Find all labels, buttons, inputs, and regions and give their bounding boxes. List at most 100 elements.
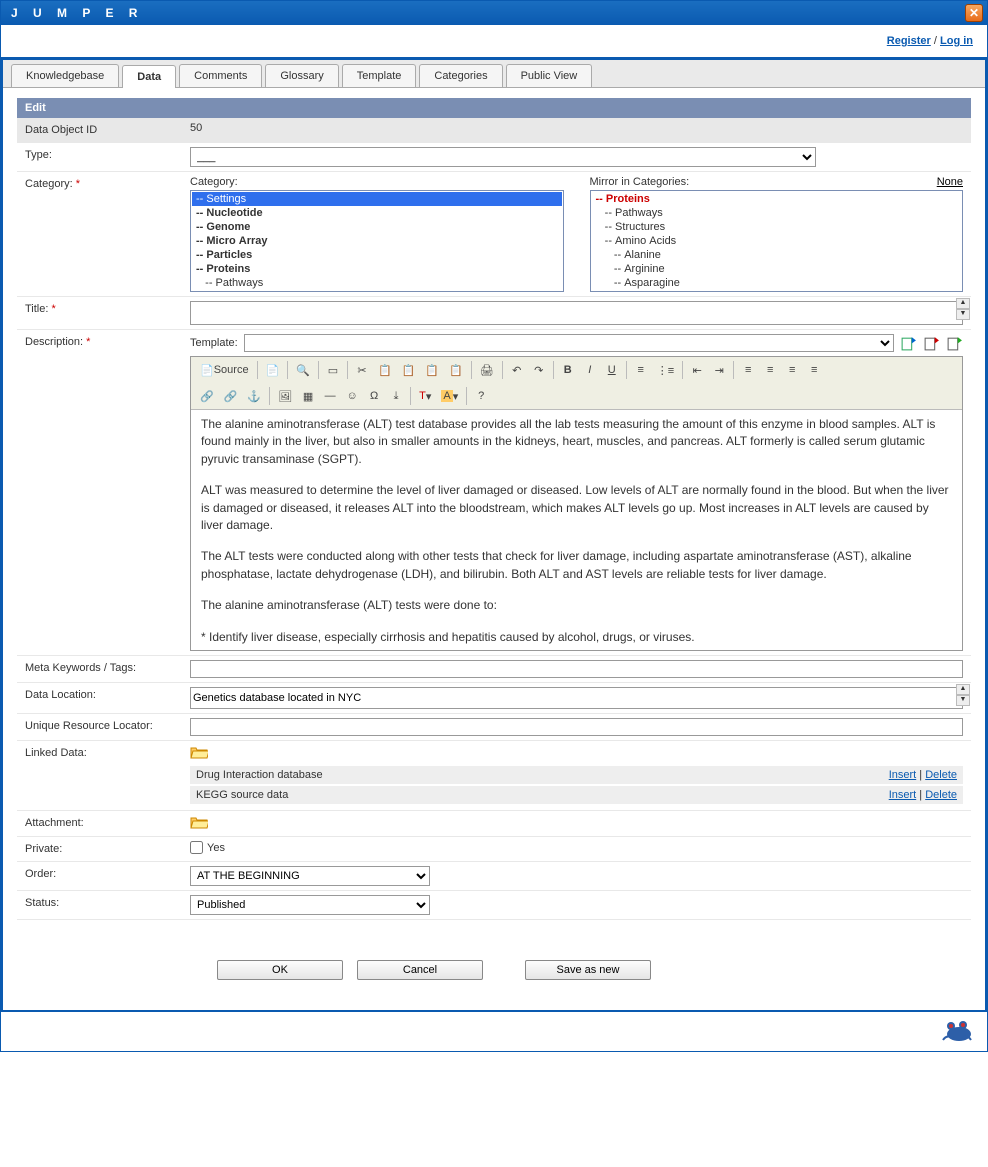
print-icon[interactable]: 🖨 xyxy=(476,360,498,380)
label-data-location: Data Location: xyxy=(17,683,182,713)
label-private: Private: xyxy=(17,837,182,861)
list-item[interactable]: -- Asparagine xyxy=(592,276,962,290)
tab-glossary[interactable]: Glossary xyxy=(265,64,338,87)
type-select[interactable]: ___ xyxy=(190,147,816,167)
meta-input[interactable] xyxy=(190,660,963,678)
align-right-icon[interactable]: ≡ xyxy=(782,360,802,380)
cut-icon[interactable]: ✂ xyxy=(352,360,372,380)
indent-icon[interactable]: ⇥ xyxy=(709,360,729,380)
text-color-icon[interactable]: T▾ xyxy=(415,386,435,406)
mirror-listbox[interactable]: -- Proteins -- Pathways -- Structures --… xyxy=(590,190,964,292)
tab-template[interactable]: Template xyxy=(342,64,417,87)
image-icon[interactable]: 🖼 xyxy=(274,386,296,406)
list-item[interactable]: -- Alanine xyxy=(592,248,962,262)
paste-icon[interactable]: 📋 xyxy=(398,360,420,380)
list-item[interactable]: -- Particles xyxy=(192,248,562,262)
italic-icon[interactable]: I xyxy=(580,360,600,380)
title-spin-up[interactable]: ▲ xyxy=(956,298,970,309)
smiley-icon[interactable]: ☺ xyxy=(342,386,362,406)
cancel-button[interactable]: Cancel xyxy=(357,960,483,980)
title-spin-down[interactable]: ▼ xyxy=(956,309,970,320)
paste-text-icon[interactable]: 📋 xyxy=(421,360,443,380)
unlink-icon[interactable]: 🔗 xyxy=(220,386,242,406)
template-apply-icon[interactable] xyxy=(900,335,917,352)
close-icon[interactable]: ✕ xyxy=(965,4,983,22)
private-checkbox[interactable] xyxy=(190,841,203,854)
insert-link[interactable]: Insert xyxy=(889,769,917,781)
category-listbox[interactable]: -- Settings-- Nucleotide-- Genome-- Micr… xyxy=(190,190,564,292)
table-icon[interactable]: ▦ xyxy=(298,386,318,406)
editor-body[interactable]: The alanine aminotransferase (ALT) test … xyxy=(191,410,962,650)
ok-button[interactable]: OK xyxy=(217,960,343,980)
source-button[interactable]: 📄 Source xyxy=(196,360,253,380)
unordered-list-icon[interactable]: ⋮≡ xyxy=(653,360,678,380)
register-link[interactable]: Register xyxy=(887,35,931,47)
preview-icon[interactable]: 🔍 xyxy=(292,360,314,380)
hr-icon[interactable]: — xyxy=(320,386,340,406)
linked-data-row: Drug Interaction databaseInsert | Delete xyxy=(190,766,963,784)
label-description: Description: xyxy=(25,336,83,348)
status-select[interactable]: Published xyxy=(190,895,430,915)
anchor-icon[interactable]: ⚓ xyxy=(243,386,265,406)
bold-icon[interactable]: B xyxy=(558,360,578,380)
special-char-icon[interactable]: Ω xyxy=(364,386,384,406)
category-col-header: Category: xyxy=(190,176,238,188)
login-link[interactable]: Log in xyxy=(940,35,973,47)
redo-icon[interactable]: ↷ xyxy=(529,360,549,380)
help-icon[interactable]: ? xyxy=(471,386,491,406)
copy-icon[interactable]: 📋 xyxy=(374,360,396,380)
insert-link[interactable]: Insert xyxy=(889,789,917,801)
data-location-input[interactable] xyxy=(190,687,963,709)
tabs: KnowledgebaseDataCommentsGlossaryTemplat… xyxy=(3,60,985,88)
list-item[interactable]: -- Genome xyxy=(192,220,562,234)
ordered-list-icon[interactable]: ≡ xyxy=(631,360,651,380)
justify-icon[interactable]: ≡ xyxy=(804,360,824,380)
loc-spin-up[interactable]: ▲ xyxy=(956,684,970,695)
undo-icon[interactable]: ↶ xyxy=(507,360,527,380)
title-input[interactable] xyxy=(190,301,963,325)
editor-toolbar: 📄 Source 📄 🔍 ▭ ✂ 📋 📋 📋 xyxy=(191,357,962,410)
list-item[interactable]: -- Settings xyxy=(192,192,562,206)
page-break-icon[interactable]: ⤓ xyxy=(386,386,406,406)
paste-word-icon[interactable]: 📋 xyxy=(445,360,467,380)
list-item[interactable]: -- Pathways xyxy=(192,276,562,290)
loc-spin-down[interactable]: ▼ xyxy=(956,695,970,706)
bg-color-icon[interactable]: A▾ xyxy=(437,386,462,406)
linked-data-name: KEGG source data xyxy=(196,789,288,801)
list-item[interactable]: -- Proteins xyxy=(592,192,962,206)
save-as-new-button[interactable]: Save as new xyxy=(525,960,651,980)
underline-icon[interactable]: U xyxy=(602,360,622,380)
list-item[interactable]: -- Nucleotide xyxy=(192,206,562,220)
folder-open-icon[interactable] xyxy=(190,815,208,829)
tab-comments[interactable]: Comments xyxy=(179,64,262,87)
list-item[interactable]: -- Structures xyxy=(592,220,962,234)
tab-knowledgebase[interactable]: Knowledgebase xyxy=(11,64,119,87)
new-page-icon[interactable]: 📄 xyxy=(262,360,284,380)
tab-data[interactable]: Data xyxy=(122,65,176,88)
list-item[interactable]: -- Amino Acids xyxy=(592,234,962,248)
tab-public-view[interactable]: Public View xyxy=(506,64,593,87)
template-remove-icon[interactable] xyxy=(923,335,940,352)
link-icon[interactable]: 🔗 xyxy=(196,386,218,406)
window-title: J U M P E R xyxy=(11,6,143,20)
template-select[interactable] xyxy=(244,334,894,352)
template-save-icon[interactable] xyxy=(946,335,963,352)
folder-open-icon[interactable] xyxy=(190,745,208,759)
none-link[interactable]: None xyxy=(937,176,963,188)
top-links: Register / Log in xyxy=(1,25,987,57)
url-input[interactable] xyxy=(190,718,963,736)
tab-categories[interactable]: Categories xyxy=(419,64,502,87)
list-item[interactable]: -- Micro Array xyxy=(192,234,562,248)
list-item[interactable]: -- Proteins xyxy=(192,262,562,276)
list-item[interactable]: -- Arginine xyxy=(592,262,962,276)
order-select[interactable]: AT THE BEGINNING xyxy=(190,866,430,886)
align-center-icon[interactable]: ≡ xyxy=(760,360,780,380)
editor-paragraph: The alanine aminotransferase (ALT) tests… xyxy=(201,597,952,614)
delete-link[interactable]: Delete xyxy=(925,769,957,781)
align-left-icon[interactable]: ≡ xyxy=(738,360,758,380)
delete-link[interactable]: Delete xyxy=(925,789,957,801)
template-icon[interactable]: ▭ xyxy=(323,360,343,380)
label-url: Unique Resource Locator: xyxy=(17,714,182,740)
list-item[interactable]: -- Pathways xyxy=(592,206,962,220)
outdent-icon[interactable]: ⇤ xyxy=(687,360,707,380)
